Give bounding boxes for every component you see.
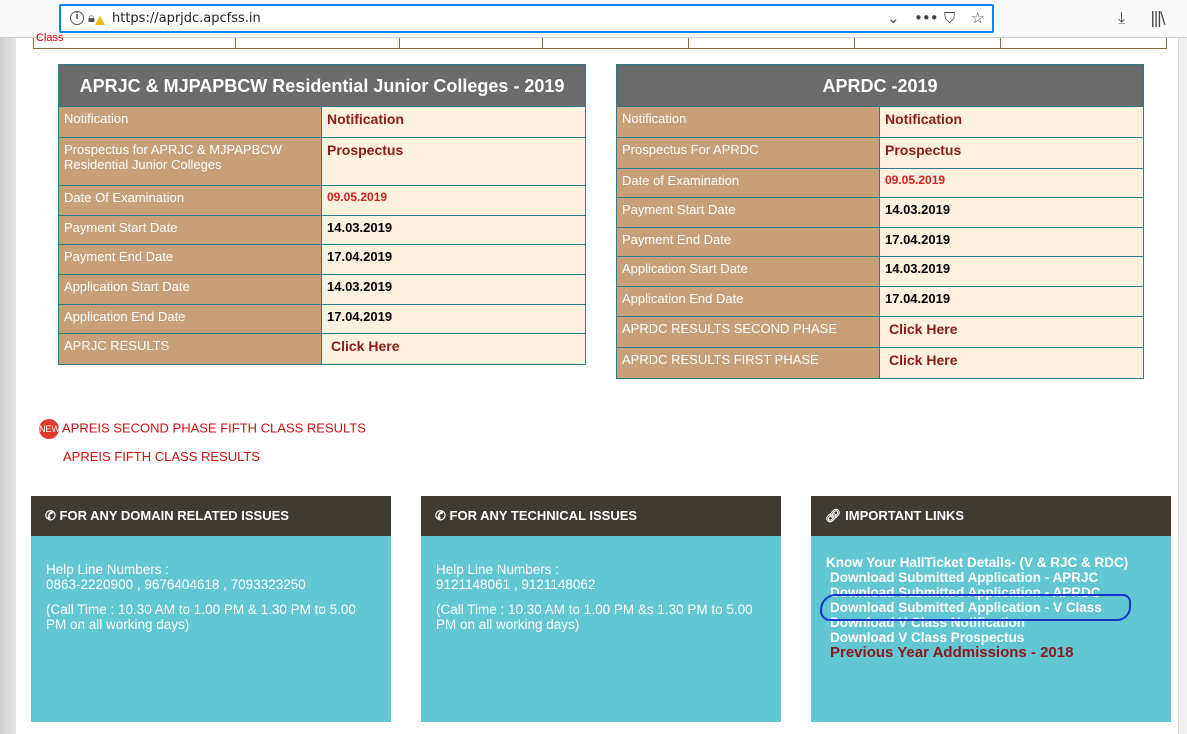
aprdc-first-phase-link[interactable]: Click Here [879,347,1144,379]
new-badge-icon: NEW [39,419,60,439]
helpline-numbers: 0863-2220900 , 9676404618 , 7093323250 [46,577,306,592]
domain-box-title: FOR ANY DOMAIN RELATED ISSUES [59,508,289,523]
aprjc-table: APRJC & MJPAPBCW Residential Junior Coll… [58,64,586,365]
aprjc-prospectus-link[interactable]: Prospectus [321,137,586,186]
helpline-numbers: 9121148061 , 9121148062 [436,577,596,592]
annotation-circle [820,594,1131,621]
aprdc-notification-link[interactable]: Notification [879,106,1144,138]
star-icon[interactable]: ☆ [971,9,984,27]
aprdc-label: APRDC RESULTS SECOND PHASE [616,316,880,348]
aprjc-value: 14.03.2019 [321,215,586,245]
domain-box-body: Help Line Numbers : 0863-2220900 , 96764… [31,536,391,722]
aprdc-second-phase-link[interactable]: Click Here [879,316,1144,348]
results-links: NEW APREIS SECOND PHASE FIFTH CLASS RESUL… [39,419,366,479]
aprdc-exam-date: 09.05.2019 [879,168,1144,198]
aprdc-label: Date of Examination [616,168,880,198]
aprjc-title: APRJC & MJPAPBCW Residential Junior Coll… [58,64,586,107]
download-aprjc-link[interactable]: Download Submitted Application - APRJC [826,570,1156,585]
aprdc-value: 14.03.2019 [879,197,1144,228]
aprdc-value: 14.03.2019 [879,256,1144,287]
helpline-label: Help Line Numbers : [436,562,560,577]
aprdc-label: Application End Date [616,286,880,317]
url-text[interactable]: https://aprjdc.apcfss.in [112,11,261,26]
pocket-icon[interactable]: ⛉ [944,9,955,27]
aprjc-label: Payment End Date [58,244,322,275]
download-icon[interactable]: ⤓ [1118,8,1125,28]
scrollbar[interactable] [1178,38,1187,734]
aprjc-exam-date: 09.05.2019 [321,185,586,216]
aprjc-value: 17.04.2019 [321,244,586,275]
link-icon: 🔗︎ [825,508,846,523]
technical-issues-box: ✆ FOR ANY TECHNICAL ISSUES Help Line Num… [421,496,781,722]
aprdc-table: APRDC -2019 Notification Notification Pr… [616,64,1144,379]
links-box-header: 🔗︎ IMPORTANT LINKS [811,496,1171,536]
left-margin [0,38,16,734]
warning-icon [95,16,105,25]
aprdc-label: Payment End Date [616,227,880,257]
aprjc-label: Payment Start Date [58,215,322,245]
library-icon[interactable]: |||\ [1150,8,1166,27]
address-bar[interactable]: i 🔒︎ https://aprjdc.apcfss.in ⌄ ••• ⛉ ☆ [59,4,994,33]
domain-box-header: ✆ FOR ANY DOMAIN RELATED ISSUES [31,496,391,536]
aprjc-label: Date Of Examination [58,185,322,216]
tech-box-body: Help Line Numbers : 9121148061 , 9121148… [421,536,781,722]
info-icon[interactable]: i [70,11,84,25]
aprjc-label: Application Start Date [58,274,322,305]
aprjc-label: APRJC RESULTS [58,333,322,365]
vclass-prospectus-link[interactable]: Download V Class Prospectus [826,630,1156,645]
lock-icon[interactable]: 🔒︎ [88,10,95,26]
aprjc-label: Notification [58,106,322,138]
aprdc-label: Notification [616,106,880,138]
chevron-down-icon[interactable]: ⌄ [887,9,900,27]
more-icon[interactable]: ••• [914,9,939,27]
aprjc-value: 17.04.2019 [321,304,586,334]
domain-issues-box: ✆ FOR ANY DOMAIN RELATED ISSUES Help Lin… [31,496,391,722]
tech-box-header: ✆ FOR ANY TECHNICAL ISSUES [421,496,781,536]
aprjc-value: 14.03.2019 [321,274,586,305]
phone-icon: ✆ [45,508,60,523]
previous-year-link[interactable]: Previous Year Addmissions - 2018 [826,645,1156,660]
helpline-label: Help Line Numbers : [46,562,170,577]
call-time: (Call Time : 10.30 AM to 1.00 PM & 1.30 … [46,602,356,632]
aprjc-results-link[interactable]: Click Here [321,333,586,365]
fifth-class-results-link[interactable]: APREIS FIFTH CLASS RESULTS [63,449,260,464]
aprdc-label: Prospectus For APRDC [616,137,880,169]
browser-toolbar: i 🔒︎ https://aprjdc.apcfss.in ⌄ ••• ⛉ ☆ … [0,0,1187,38]
aprdc-label: Application Start Date [616,256,880,287]
previous-table-row: Class [33,32,1167,49]
aprjc-label: Application End Date [58,304,322,334]
aprdc-value: 17.04.2019 [879,286,1144,317]
links-box-title: IMPORTANT LINKS [845,508,965,523]
aprdc-prospectus-link[interactable]: Prospectus [879,137,1144,169]
phone-icon: ✆ [435,508,450,523]
aprjc-notification-link[interactable]: Notification [321,106,586,138]
aprdc-title: APRDC -2019 [616,64,1144,107]
aprdc-label: APRDC RESULTS FIRST PHASE [616,347,880,379]
aprdc-label: Payment Start Date [616,197,880,228]
aprdc-value: 17.04.2019 [879,227,1144,257]
aprjc-label: Prospectus for APRJC & MJPAPBCW Resident… [58,137,322,186]
tech-box-title: FOR ANY TECHNICAL ISSUES [449,508,638,523]
call-time: (Call Time : 10.30 AM to 1.00 PM &s 1.30… [436,602,753,632]
second-phase-results-link[interactable]: APREIS SECOND PHASE FIFTH CLASS RESULTS [62,420,366,435]
hallticket-link[interactable]: Know Your HallTicket Details- (V & RJC &… [826,555,1156,570]
links-box-body: Know Your HallTicket Details- (V & RJC &… [811,536,1171,722]
